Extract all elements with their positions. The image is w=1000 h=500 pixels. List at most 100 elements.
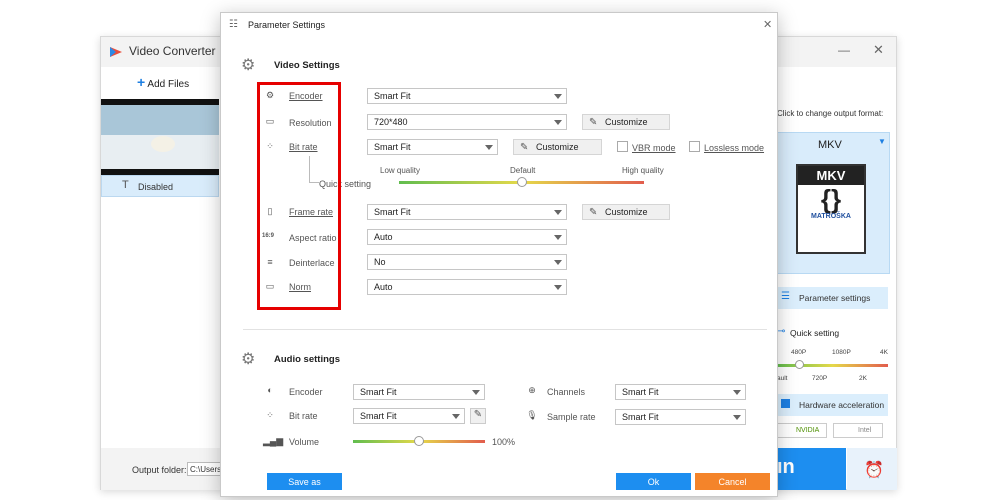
text-icon: T bbox=[122, 179, 129, 191]
customize-label: Customize bbox=[605, 207, 648, 217]
vbr-mode-checkbox[interactable] bbox=[617, 141, 628, 152]
samplerate-label: Sample rate bbox=[547, 412, 596, 422]
add-files-label: Add Files bbox=[147, 79, 190, 90]
run-button[interactable]: ın bbox=[775, 448, 846, 490]
resolution-select[interactable]: 720*480 bbox=[367, 114, 567, 130]
vbr-mode-label[interactable]: VBR mode bbox=[632, 143, 676, 153]
intel-badge[interactable]: Intel bbox=[833, 423, 883, 438]
close-icon[interactable]: ✕ bbox=[873, 42, 884, 58]
chevron-down-icon bbox=[554, 235, 562, 240]
resolution-value: 720*480 bbox=[374, 117, 408, 127]
video-settings-icon: ⚙ bbox=[241, 57, 256, 74]
run-button-label: ın bbox=[777, 456, 795, 478]
parameter-settings-label: Parameter settings bbox=[799, 293, 871, 303]
sliders-icon: ☰ bbox=[781, 291, 790, 302]
chevron-down-icon bbox=[733, 415, 741, 420]
chevron-down-icon bbox=[554, 285, 562, 290]
format-hint: Click to change output format: bbox=[777, 109, 884, 118]
mkv-logo: MKV {} MATROŠKA bbox=[796, 164, 866, 254]
chevron-down-icon bbox=[554, 260, 562, 265]
resolution-slider-thumb[interactable] bbox=[795, 360, 804, 369]
lossless-mode-checkbox[interactable] bbox=[689, 141, 700, 152]
volume-icon: ▂▄▆ bbox=[263, 436, 284, 446]
audio-encoder-value: Smart Fit bbox=[360, 387, 397, 397]
parameter-settings-button[interactable]: ☰ Parameter settings bbox=[777, 287, 888, 309]
deinterlace-value: No bbox=[374, 257, 386, 267]
samplerate-select[interactable]: Smart Fit bbox=[615, 409, 746, 425]
channels-value: Smart Fit bbox=[622, 387, 659, 397]
audio-encoder-label: Encoder bbox=[289, 387, 323, 397]
framerate-select[interactable]: Smart Fit bbox=[367, 204, 567, 220]
microphone-icon: 🎙 bbox=[526, 410, 538, 420]
dialog-close-icon[interactable]: ✕ bbox=[763, 18, 772, 31]
pencil-icon: ✎ bbox=[589, 117, 598, 128]
chevron-down-icon bbox=[554, 120, 562, 125]
output-folder-label: Output folder: bbox=[132, 465, 187, 475]
norm-select[interactable]: Auto bbox=[367, 279, 567, 295]
hardware-acceleration-button[interactable]: Hardware acceleration bbox=[777, 394, 888, 416]
aspect-ratio-value: Auto bbox=[374, 232, 393, 242]
audio-encoder-select[interactable]: Smart Fit bbox=[353, 384, 485, 400]
volume-slider-thumb[interactable] bbox=[414, 436, 424, 446]
chevron-down-icon bbox=[554, 94, 562, 99]
customize-label: Customize bbox=[536, 142, 579, 152]
bitrate-customize-button[interactable]: ✎ Customize bbox=[513, 139, 602, 155]
res-tick-4k: 4K bbox=[880, 349, 888, 356]
output-folder-input[interactable]: C:\Users\ bbox=[187, 462, 221, 476]
save-as-button[interactable]: Save as bbox=[267, 473, 342, 490]
channels-label: Channels bbox=[547, 387, 586, 397]
aspect-ratio-select[interactable]: Auto bbox=[367, 229, 567, 245]
channels-select[interactable]: Smart Fit bbox=[615, 384, 746, 400]
quick-setting-label: Quick setting bbox=[790, 328, 840, 338]
subtitle-state: Disabled bbox=[138, 182, 174, 192]
encoder-select[interactable]: Smart Fit bbox=[367, 88, 567, 104]
audio-settings-icon: ⚙ bbox=[241, 351, 256, 368]
norm-value: Auto bbox=[374, 282, 393, 292]
high-quality-label: High quality bbox=[622, 166, 664, 175]
app-logo-icon bbox=[110, 47, 122, 57]
hardware-acceleration-label: Hardware acceleration bbox=[799, 400, 885, 410]
add-files-button[interactable]: + Add Files bbox=[137, 74, 189, 90]
cancel-button[interactable]: Cancel bbox=[695, 473, 770, 490]
highlight-annotation-box bbox=[257, 82, 341, 310]
res-tick-default: ault bbox=[777, 375, 788, 382]
mkv-logo-sub: MATROŠKA bbox=[811, 213, 851, 220]
alarm-button[interactable]: ⏰ bbox=[847, 448, 897, 490]
chevron-down-icon bbox=[452, 414, 460, 419]
minimize-icon[interactable]: — bbox=[838, 43, 850, 57]
braces-icon: {} bbox=[820, 184, 842, 214]
framerate-customize-button[interactable]: ✎ Customize bbox=[582, 204, 670, 220]
quality-slider-thumb[interactable] bbox=[516, 177, 527, 187]
alarm-clock-icon: ⏰ bbox=[864, 462, 884, 479]
chevron-down-icon bbox=[733, 390, 741, 395]
chevron-down-icon bbox=[554, 210, 562, 215]
bitrate-select[interactable]: Smart Fit bbox=[367, 139, 498, 155]
quick-setting-icon: ⊸ bbox=[777, 326, 786, 337]
plus-icon: + bbox=[137, 74, 146, 90]
app-title: Video Converter bbox=[129, 44, 216, 58]
resolution-customize-button[interactable]: ✎ Customize bbox=[582, 114, 670, 130]
volume-value: 100% bbox=[492, 437, 516, 447]
lossless-mode-label[interactable]: Lossless mode bbox=[704, 143, 764, 153]
resolution-slider[interactable] bbox=[777, 364, 888, 367]
pencil-icon: ✎ bbox=[589, 207, 598, 218]
nvidia-badge[interactable]: NVIDIA bbox=[777, 423, 827, 438]
ok-button[interactable]: Ok bbox=[616, 473, 691, 490]
format-card[interactable]: MKV ▼ MKV {} MATROŠKA bbox=[777, 132, 890, 274]
audio-bitrate-label: Bit rate bbox=[289, 411, 318, 421]
subtitle-dropdown[interactable]: T Disabled bbox=[101, 175, 219, 197]
channels-icon: ⊕ bbox=[528, 385, 536, 395]
deinterlace-select[interactable]: No bbox=[367, 254, 567, 270]
res-tick-2k: 2K bbox=[859, 375, 867, 382]
audio-settings-title: Audio settings bbox=[274, 354, 340, 365]
format-dropdown-icon[interactable]: ▼ bbox=[878, 137, 886, 146]
default-quality-label: Default bbox=[510, 166, 536, 175]
audio-bitrate-select[interactable]: Smart Fit bbox=[353, 408, 465, 424]
audio-bitrate-edit-button[interactable]: ✎ bbox=[470, 408, 486, 424]
video-thumbnail[interactable] bbox=[101, 99, 219, 175]
pencil-icon: ✎ bbox=[520, 142, 529, 153]
chevron-down-icon bbox=[485, 145, 493, 150]
format-name: MKV bbox=[818, 139, 842, 151]
samplerate-value: Smart Fit bbox=[622, 412, 659, 422]
pencil-icon: ✎ bbox=[473, 409, 483, 420]
